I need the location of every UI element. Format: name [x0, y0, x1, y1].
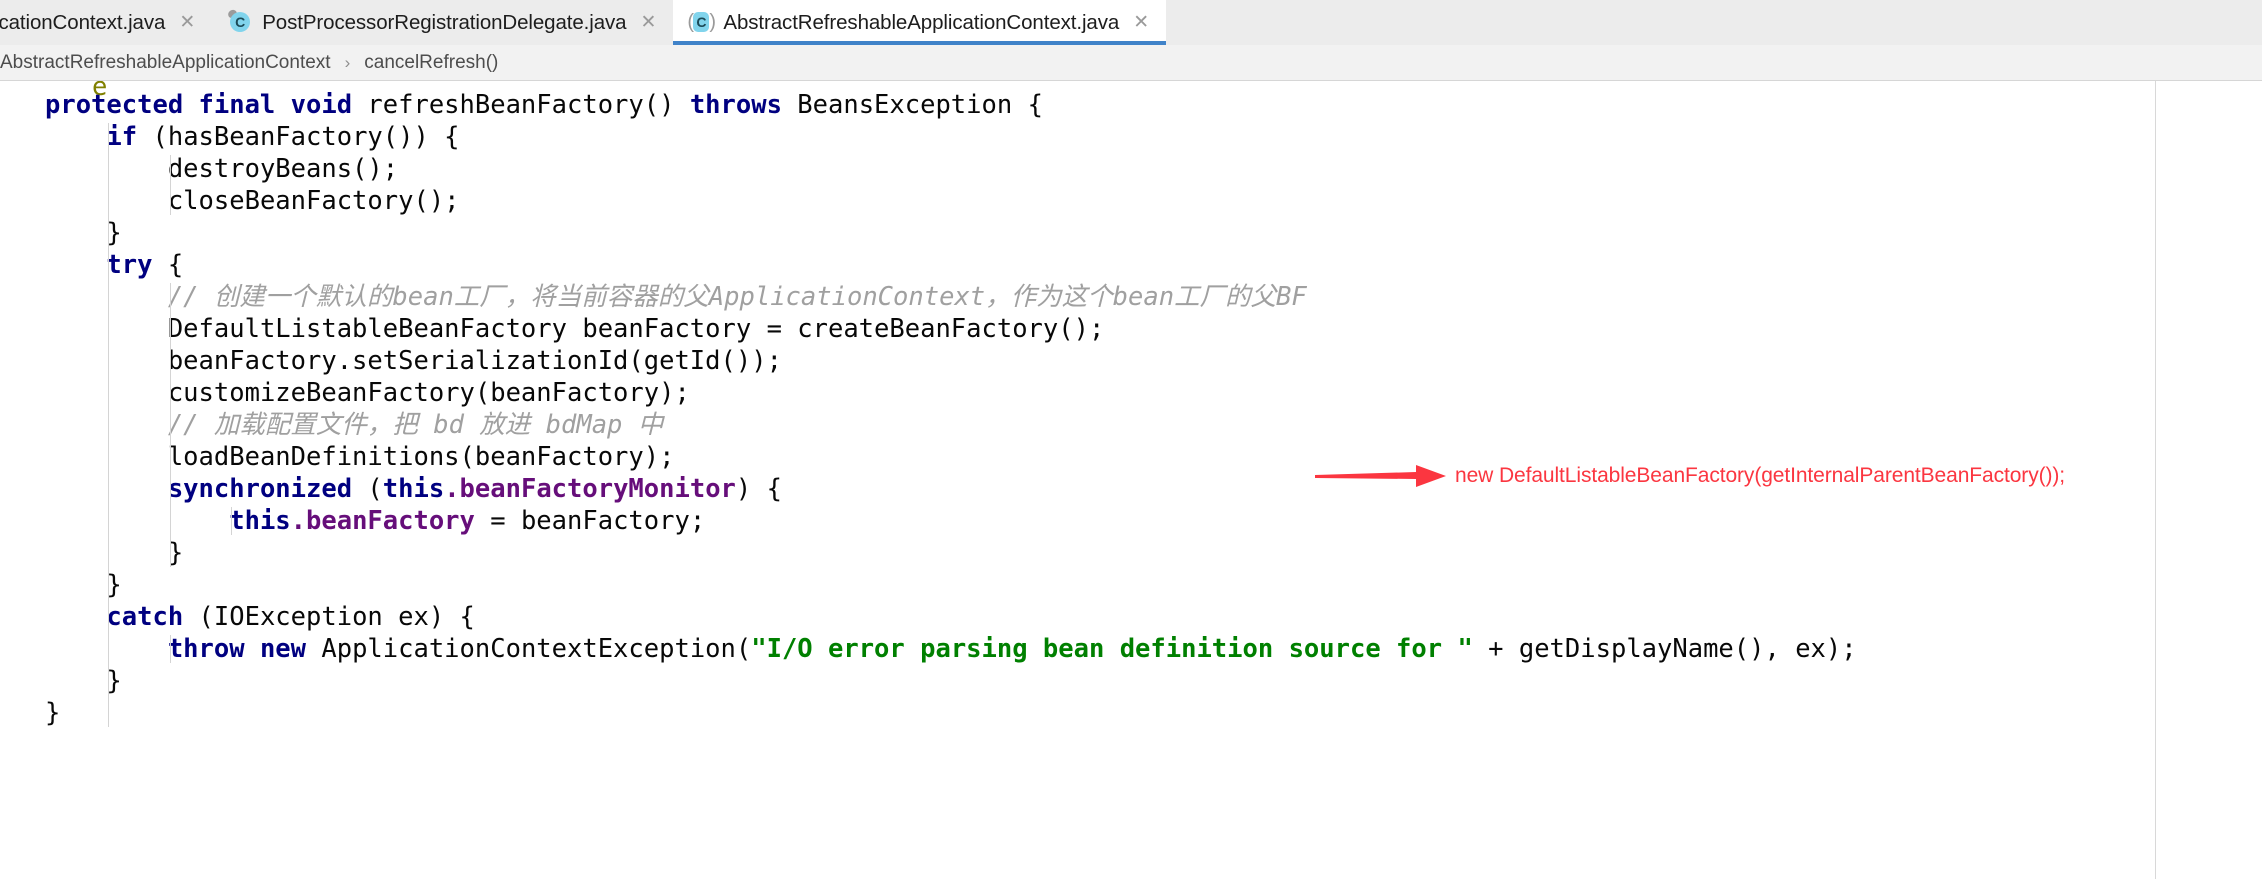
code-line: throw new ApplicationContextException("I… — [45, 633, 2262, 665]
code-line: } — [45, 665, 2262, 697]
code-line: } — [45, 569, 2262, 601]
code-token: // 创建一个默认的bean工厂，将当前容器的父ApplicationConte… — [167, 282, 1307, 312]
editor-tab-1[interactable]: C PostProcessorRegistrationDelegate.java… — [212, 0, 674, 45]
code-token: DefaultListableBeanFactory beanFactory =… — [167, 314, 1105, 344]
editor-tab-label: AbstractRefreshableApplicationContext.ja… — [723, 10, 1120, 34]
indent-guide — [169, 283, 171, 567]
code-line: closeBeanFactory(); — [45, 185, 2262, 217]
breadcrumb-item-method[interactable]: cancelRefresh() — [364, 52, 498, 74]
code-token: throw new — [167, 634, 322, 664]
code-line: } — [45, 217, 2262, 249]
code-token: + getDisplayName(), ex); — [1472, 634, 1857, 664]
code-token: ( — [367, 474, 383, 504]
code-line: try { — [45, 249, 2262, 281]
editor-tab-label: PostProcessorRegistrationDelegate.java — [262, 10, 627, 34]
code-token: destroyBeans(); — [167, 154, 399, 184]
java-abstract-class-icon: ( C ) — [687, 11, 717, 33]
code-token: refreshBeanFactory() — [367, 90, 690, 120]
code-line: DefaultListableBeanFactory beanFactory =… — [45, 313, 2262, 345]
code-line: loadBeanDefinitions(beanFactory); — [45, 441, 2262, 473]
code-token: { — [167, 250, 184, 280]
code-token: this — [229, 506, 291, 536]
code-line: if (hasBeanFactory()) { — [45, 121, 2262, 153]
code-token: throws — [689, 90, 798, 120]
code-line: synchronized (this.beanFactoryMonitor) { — [45, 473, 2262, 505]
code-token: ApplicationContextException( — [321, 634, 752, 664]
code-token: // 加载配置文件，把 bd 放进 bdMap 中 — [167, 410, 664, 440]
code-line: } — [45, 537, 2262, 569]
code-token: try — [106, 250, 168, 280]
code-token: synchronized — [167, 474, 368, 504]
code-token: BeansException { — [797, 90, 1043, 120]
code-token: "I/O error parsing bean definition sourc… — [751, 634, 1473, 664]
code-token: (hasBeanFactory()) { — [152, 122, 460, 152]
code-line: // 加载配置文件，把 bd 放进 bdMap 中 — [45, 409, 2262, 441]
code-token: this — [382, 474, 445, 504]
editor-tab-2[interactable]: ( C ) AbstractRefreshableApplicationCont… — [673, 0, 1167, 45]
code-token: loadBeanDefinitions(beanFactory); — [167, 442, 675, 472]
indent-guide — [231, 507, 233, 535]
code-line: this.beanFactory = beanFactory; — [45, 505, 2262, 537]
indent-guide — [169, 155, 171, 215]
close-icon[interactable]: ✕ — [1133, 13, 1149, 32]
code-token: beanFactory.setSerializationId(getId()); — [167, 346, 782, 376]
code-line: beanFactory.setSerializationId(getId()); — [45, 345, 2262, 377]
close-icon[interactable]: ✕ — [640, 13, 656, 32]
code-line: } — [45, 697, 2262, 729]
code-token: ) { — [735, 474, 782, 504]
code-token: customizeBeanFactory(beanFactory); — [167, 378, 690, 408]
java-class-icon: C — [226, 8, 251, 34]
editor-tab-label: icationContext.java — [0, 10, 166, 34]
source-code[interactable]: protected final void refreshBeanFactory(… — [0, 81, 2262, 729]
code-line: protected final void refreshBeanFactory(… — [45, 89, 2262, 121]
code-token: if — [106, 122, 153, 152]
code-line: catch (IOException ex) { — [45, 601, 2262, 633]
code-token: .beanFactory — [290, 506, 491, 536]
code-token: protected final void — [45, 90, 368, 120]
code-token: catch — [106, 602, 199, 632]
chevron-right-icon: › — [344, 52, 351, 72]
code-editor[interactable]: e protected final void refreshBeanFactor… — [0, 81, 2262, 879]
code-token: (IOException ex) { — [198, 602, 475, 632]
editor-tab-bar: icationContext.java ✕ C PostProcessorReg… — [0, 0, 2262, 45]
indent-guide — [108, 123, 110, 727]
close-icon[interactable]: ✕ — [179, 13, 195, 32]
code-token: .beanFactoryMonitor — [444, 474, 736, 504]
code-line: destroyBeans(); — [45, 153, 2262, 185]
breadcrumb-item-class[interactable]: AbstractRefreshableApplicationContext — [0, 52, 331, 74]
breadcrumb: AbstractRefreshableApplicationContext › … — [0, 45, 2262, 81]
indent-guide — [169, 635, 171, 663]
code-token: } — [45, 698, 61, 728]
code-token: = beanFactory; — [490, 506, 706, 536]
code-token: closeBeanFactory(); — [167, 186, 460, 216]
editor-tab-0[interactable]: icationContext.java ✕ — [0, 0, 213, 45]
code-line: // 创建一个默认的bean工厂，将当前容器的父ApplicationConte… — [45, 281, 2262, 313]
code-line: customizeBeanFactory(beanFactory); — [45, 377, 2262, 409]
